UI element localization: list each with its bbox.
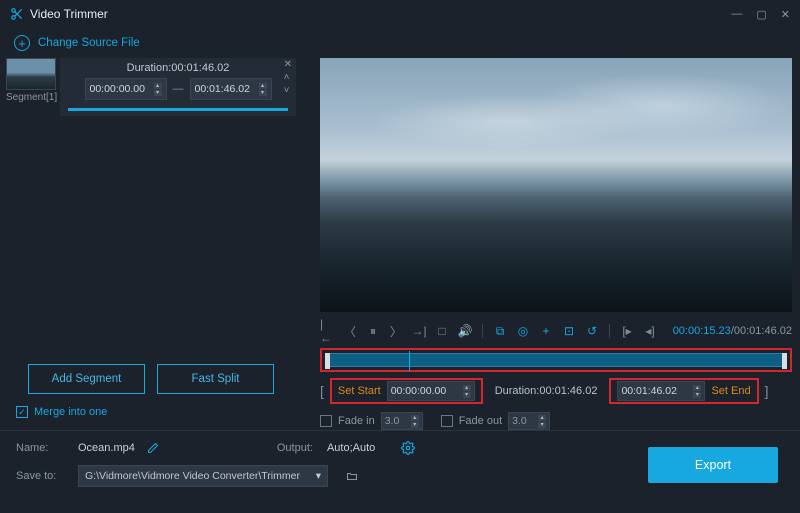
spinner-up-icon[interactable]: ▴ xyxy=(463,385,471,391)
trim-start-input[interactable]: 00:00:00.00 ▴▾ xyxy=(387,381,475,401)
stop-icon[interactable]: □ xyxy=(435,324,449,338)
save-path-dropdown[interactable]: G:\Vidmore\Vidmore Video Converter\Trimm… xyxy=(78,465,328,487)
output-settings-icon[interactable] xyxy=(401,441,415,455)
titlebar: Video Trimmer — ▢ ✕ xyxy=(0,0,800,28)
spinner-up-icon[interactable]: ▴ xyxy=(538,415,546,421)
trim-end-input[interactable]: 00:01:46.02 ▴▾ xyxy=(617,381,705,401)
fade-out-input[interactable]: 3.0 ▴▾ xyxy=(508,412,550,430)
add-marker-icon[interactable]: + xyxy=(539,324,553,338)
add-segment-button[interactable]: Add Segment xyxy=(28,364,145,394)
spinner-up-icon[interactable]: ▴ xyxy=(693,385,701,391)
minimize-icon[interactable]: — xyxy=(731,8,742,21)
output-value: Auto;Auto xyxy=(327,442,375,454)
goto-start-icon[interactable]: |← xyxy=(320,317,334,345)
merge-checkbox[interactable]: ✓ xyxy=(16,406,28,418)
trim-start-group: Set Start 00:00:00.00 ▴▾ xyxy=(330,378,483,404)
spinner-down-icon[interactable]: ▾ xyxy=(693,392,701,398)
spinner-down-icon[interactable]: ▾ xyxy=(259,90,267,96)
video-preview[interactable] xyxy=(320,58,792,312)
toolbar-divider xyxy=(609,324,610,338)
undo-icon[interactable]: ↺ xyxy=(585,324,599,338)
trim-duration-label: Duration:00:01:46.02 xyxy=(495,385,598,397)
snapshot-icon[interactable]: ◎ xyxy=(516,324,530,338)
close-icon[interactable]: ✕ xyxy=(781,8,790,21)
play-pause-icon[interactable]: ⏸ xyxy=(366,324,380,339)
name-label: Name: xyxy=(16,442,70,454)
spinner-down-icon[interactable]: ▾ xyxy=(538,422,546,428)
preview-panel: |← 〈 ⏸ 〉 →| □ 🔊 ⧉ ◎ + ⊡ ↺ [▸ ◂] xyxy=(302,58,800,430)
bracket-right-icon: ] xyxy=(765,383,769,399)
spinner-down-icon[interactable]: ▾ xyxy=(463,392,471,398)
trim-handle-end[interactable] xyxy=(782,353,787,369)
change-source-link[interactable]: Change Source File xyxy=(38,37,140,49)
segment-progress xyxy=(68,108,288,111)
segment-close-icon[interactable]: ✕ xyxy=(284,60,292,70)
rename-icon[interactable] xyxy=(147,442,159,454)
spinner-up-icon[interactable]: ▴ xyxy=(259,83,267,89)
segment-panel: ✕ ˄ ˅ Duration:00:01:46.02 00:00:00.00 ▴… xyxy=(60,58,296,116)
playback-toolbar: |← 〈 ⏸ 〉 →| □ 🔊 ⧉ ◎ + ⊡ ↺ [▸ ◂] xyxy=(320,318,792,344)
chevron-down-icon[interactable]: ▾ xyxy=(316,470,321,482)
export-button[interactable]: Export xyxy=(648,447,778,483)
output-label: Output: xyxy=(277,442,313,454)
fade-out-label: Fade out xyxy=(459,415,502,427)
toolbar-divider xyxy=(482,324,483,338)
segment-thumbnail[interactable] xyxy=(6,58,56,90)
set-end-button[interactable]: Set End xyxy=(711,385,750,397)
spinner-up-icon[interactable]: ▴ xyxy=(154,83,162,89)
maximize-icon[interactable]: ▢ xyxy=(756,8,766,21)
copy-icon[interactable]: ⧉ xyxy=(493,324,507,339)
bracket-left-icon: [ xyxy=(320,383,324,399)
add-source-icon[interactable]: + xyxy=(14,35,30,51)
set-in-icon[interactable]: [▸ xyxy=(620,324,634,338)
name-value: Ocean.mp4 xyxy=(78,442,135,454)
fade-out-checkbox[interactable] xyxy=(441,415,453,427)
trim-handle-start[interactable] xyxy=(325,353,330,369)
app-logo-icon xyxy=(10,7,24,21)
spinner-down-icon[interactable]: ▾ xyxy=(411,422,419,428)
output-bar: Name: Ocean.mp4 Output: Auto;Auto Save t… xyxy=(0,430,800,512)
merge-label: Merge into one xyxy=(34,406,107,418)
prev-frame-icon[interactable]: 〈 xyxy=(343,323,357,340)
timeline-highlight xyxy=(320,348,792,372)
source-bar: + Change Source File xyxy=(0,28,800,58)
playhead[interactable] xyxy=(409,351,410,371)
fade-in-checkbox[interactable] xyxy=(320,415,332,427)
trim-end-group: 00:01:46.02 ▴▾ Set End xyxy=(609,378,758,404)
save-to-label: Save to: xyxy=(16,470,70,482)
segment-up-icon[interactable]: ˄ xyxy=(284,73,292,83)
volume-icon[interactable]: 🔊 xyxy=(458,324,472,338)
goto-end-icon[interactable]: →| xyxy=(412,324,426,338)
set-out-icon[interactable]: ◂] xyxy=(643,324,657,338)
set-start-button[interactable]: Set Start xyxy=(338,385,381,397)
range-dash: — xyxy=(173,83,184,95)
spinner-down-icon[interactable]: ▾ xyxy=(154,90,162,96)
app-title: Video Trimmer xyxy=(30,7,731,21)
next-frame-icon[interactable]: 〉 xyxy=(389,323,403,340)
fast-split-button[interactable]: Fast Split xyxy=(157,364,274,394)
segment-end-input[interactable]: 00:01:46.02 ▴▾ xyxy=(190,78,272,100)
timeline-track[interactable] xyxy=(325,353,787,367)
split-icon[interactable]: ⊡ xyxy=(562,324,576,338)
segment-start-input[interactable]: 00:00:00.00 ▴▾ xyxy=(85,78,167,100)
segments-panel: Segment[1] ✕ ˄ ˅ Duration:00:01:46.02 00… xyxy=(0,58,302,430)
time-display: 00:00:15.23/00:01:46.02 xyxy=(673,325,792,337)
segment-label: Segment[1] xyxy=(6,92,56,103)
open-folder-icon[interactable] xyxy=(344,470,360,482)
segment-row[interactable]: Segment[1] ✕ ˄ ˅ Duration:00:01:46.02 00… xyxy=(0,58,302,116)
fade-in-input[interactable]: 3.0 ▴▾ xyxy=(381,412,423,430)
segment-down-icon[interactable]: ˅ xyxy=(284,86,292,96)
spinner-up-icon[interactable]: ▴ xyxy=(411,415,419,421)
fade-in-label: Fade in xyxy=(338,415,375,427)
segment-duration: Duration:00:01:46.02 xyxy=(68,62,288,74)
